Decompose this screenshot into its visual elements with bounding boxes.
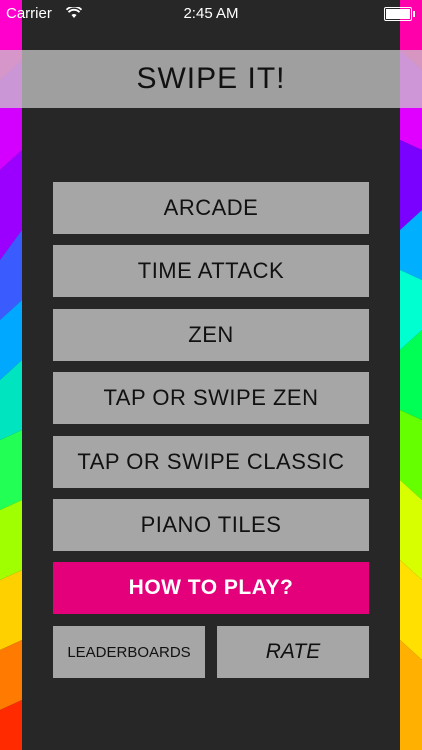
battery-icon	[384, 7, 415, 21]
leaderboards-button[interactable]: LEADERBOARDS	[53, 626, 205, 678]
zen-button[interactable]: ZEN	[53, 309, 369, 361]
rate-button[interactable]: RATE	[217, 626, 369, 678]
right-background-decoration	[400, 0, 422, 750]
clock: 2:45 AM	[183, 5, 239, 22]
title-bar: SWIPE IT!	[0, 50, 422, 108]
tap-or-swipe-zen-button[interactable]: TAP OR SWIPE ZEN	[53, 372, 369, 424]
time-attack-button[interactable]: TIME ATTACK	[53, 245, 369, 297]
piano-tiles-button[interactable]: PIANO TILES	[53, 499, 369, 551]
app-title: SWIPE IT!	[136, 62, 286, 95]
status-bar: Carrier 2:45 AM	[0, 0, 422, 28]
arcade-button[interactable]: ARCADE	[53, 182, 369, 234]
how-to-play-button[interactable]: HOW TO PLAY?	[53, 562, 369, 614]
tap-or-swipe-classic-button[interactable]: TAP OR SWIPE CLASSIC	[53, 436, 369, 488]
left-background-decoration	[0, 0, 22, 750]
